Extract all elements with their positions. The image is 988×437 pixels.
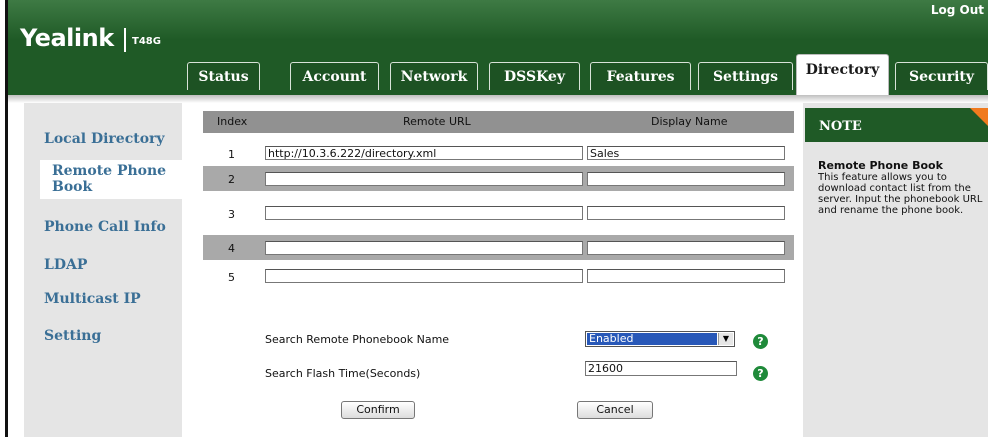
main-content: Index Remote URL Display Name 1 http://1…: [191, 103, 794, 437]
sidebar: Local Directory Remote Phone Book Phone …: [24, 103, 198, 437]
search-name-label: Search Remote Phonebook Name: [265, 333, 450, 346]
remote-url-input[interactable]: http://10.3.6.222/directory.xml: [265, 146, 583, 160]
table-row: 3: [203, 201, 794, 226]
row-index: 2: [228, 173, 235, 186]
tab-directory[interactable]: Directory: [796, 54, 889, 95]
table-row: 5: [203, 264, 794, 289]
tab-dsskey[interactable]: DSSKey: [489, 62, 580, 90]
tab-status[interactable]: Status: [187, 62, 260, 90]
sidebar-item-local-directory[interactable]: Local Directory: [44, 131, 165, 147]
table-row: 1 http://10.3.6.222/directory.xml Sales: [203, 141, 794, 166]
chevron-down-icon[interactable]: ▼: [718, 333, 733, 345]
brand-logo: Yealink: [20, 24, 114, 52]
remote-url-input[interactable]: [265, 241, 583, 255]
remote-url-input[interactable]: [265, 269, 583, 283]
tab-settings[interactable]: Settings: [698, 62, 793, 90]
sidebar-item-ldap[interactable]: LDAP: [44, 257, 87, 273]
tab-account[interactable]: Account: [290, 62, 379, 90]
header-bar: Yealink T48G Log Out Status Account Netw…: [8, 0, 988, 95]
header-index: Index: [217, 115, 248, 128]
header-highlight: [8, 0, 988, 40]
browser-frame: Yealink T48G Log Out Status Account Netw…: [5, 0, 988, 437]
row-index: 4: [228, 242, 235, 255]
cancel-button[interactable]: Cancel: [577, 401, 653, 419]
search-name-value: Enabled: [587, 333, 717, 345]
header-shadow: [8, 95, 988, 103]
confirm-button[interactable]: Confirm: [341, 401, 415, 419]
corner-flag-icon: [970, 108, 988, 126]
table-row: 2: [203, 166, 794, 191]
tab-network[interactable]: Network: [390, 62, 478, 90]
row-index: 1: [228, 148, 235, 161]
row-index: 3: [228, 208, 235, 221]
sidebar-item-phone-call-info[interactable]: Phone Call Info: [44, 219, 166, 235]
logo-separator: [124, 28, 126, 52]
table-header: Index Remote URL Display Name: [203, 111, 794, 133]
note-header: NOTE: [805, 108, 988, 142]
header-remote-url: Remote URL: [403, 115, 471, 128]
note-panel: NOTE Remote Phone Book This feature allo…: [803, 103, 988, 437]
sidebar-item-setting[interactable]: Setting: [44, 328, 101, 344]
flash-time-label: Search Flash Time(Seconds): [265, 367, 421, 380]
tab-security[interactable]: Security: [895, 62, 988, 90]
remote-url-input[interactable]: [265, 172, 583, 186]
display-name-input[interactable]: Sales: [587, 146, 785, 160]
display-name-input[interactable]: [587, 206, 785, 220]
model-label: T48G: [132, 36, 161, 47]
search-name-select[interactable]: Enabled ▼: [585, 331, 735, 347]
note-subtitle: Remote Phone Book: [818, 159, 943, 172]
table-row: 4: [203, 235, 794, 260]
display-name-input[interactable]: [587, 269, 785, 283]
flash-time-input[interactable]: 21600: [585, 361, 737, 376]
sidebar-item-multicast-ip[interactable]: Multicast IP: [44, 291, 141, 307]
header-display-name: Display Name: [651, 115, 728, 128]
logout-link[interactable]: Log Out: [931, 3, 984, 17]
row-index: 5: [228, 271, 235, 284]
sidebar-item-remote-phone-book[interactable]: Remote Phone Book: [40, 160, 198, 199]
note-title: NOTE: [819, 119, 862, 134]
remote-url-input[interactable]: [265, 206, 583, 220]
tab-features[interactable]: Features: [590, 62, 691, 90]
help-icon[interactable]: ?: [753, 334, 768, 349]
note-text: This feature allows you to download cont…: [818, 172, 983, 216]
display-name-input[interactable]: [587, 172, 785, 186]
display-name-input[interactable]: [587, 241, 785, 255]
help-icon[interactable]: ?: [753, 366, 768, 381]
